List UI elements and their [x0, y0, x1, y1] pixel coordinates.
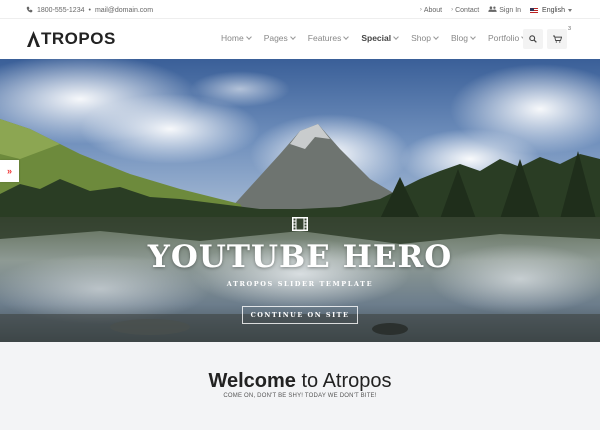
- continue-button[interactable]: CONTINUE ON SITE: [242, 306, 358, 324]
- signin-link[interactable]: Sign In: [488, 6, 521, 14]
- logo-text: TROPOS: [41, 29, 116, 48]
- nav-item-pages[interactable]: Pages: [263, 33, 296, 43]
- caret-down-icon: [568, 8, 572, 12]
- main-nav: Home Pages Features Special Shop Blog Po…: [221, 33, 528, 43]
- cart-icon: [552, 35, 562, 43]
- contact-link[interactable]: › Contact: [451, 7, 479, 14]
- nav-label: Home: [221, 33, 244, 43]
- hero-title: YOUTUBE HERO: [147, 239, 453, 275]
- about-label: About: [423, 6, 443, 14]
- contact-info: 1800-555-1234 • mail@domain.com: [26, 6, 153, 15]
- signin-label: Sign In: [499, 6, 522, 14]
- nav-item-features[interactable]: Features: [307, 33, 350, 43]
- language-selector[interactable]: English: [530, 7, 572, 14]
- site-logo[interactable]: TROPOS: [27, 29, 116, 49]
- nav-label: Features: [307, 33, 342, 43]
- welcome-subtitle: COME ON, DON'T BE SHY! TODAY WE DON'T BI…: [223, 393, 377, 399]
- chevron-right-icon: ›: [419, 7, 422, 13]
- welcome-title-rest: to Atropos: [295, 370, 392, 392]
- nav-item-home[interactable]: Home: [221, 33, 252, 43]
- us-flag-icon: [530, 7, 539, 13]
- search-icon: [529, 35, 537, 43]
- nav-item-shop[interactable]: Shop: [411, 33, 439, 43]
- nav-label: Blog: [450, 33, 468, 43]
- welcome-section: Welcome to Atropos COME ON, DON'T BE SHY…: [0, 342, 600, 430]
- chevron-down-icon: [393, 34, 399, 40]
- nav-item-blog[interactable]: Blog: [450, 33, 476, 43]
- hero-landscape-image: [0, 59, 600, 342]
- side-panel-toggle[interactable]: »: [0, 160, 19, 182]
- nav-label: Shop: [411, 33, 431, 43]
- chevron-down-icon: [289, 34, 296, 40]
- chevron-right-icon: ›: [451, 7, 454, 13]
- cart-button[interactable]: 3: [547, 26, 571, 49]
- nav-item-portfolio[interactable]: Portfolio: [488, 33, 528, 43]
- contact-label: Contact: [455, 6, 480, 14]
- users-icon: [488, 6, 497, 14]
- hero-section: » YOUTUBE HERO ATROPOS SLIDER TEMPLATE C…: [0, 59, 600, 342]
- welcome-title: Welcome to Atropos: [0, 370, 600, 393]
- phone-number: 1800-555-1234: [37, 7, 85, 14]
- phone-icon: [26, 6, 33, 15]
- email-link[interactable]: mail@domain.com: [95, 7, 153, 14]
- chevron-down-icon: [470, 34, 476, 40]
- nav-label: Portfolio: [488, 33, 520, 43]
- separator: •: [88, 7, 91, 14]
- top-bar: 1800-555-1234 • mail@domain.com › About …: [0, 0, 600, 19]
- nav-item-special[interactable]: Special: [361, 33, 399, 43]
- chevron-down-icon: [433, 34, 439, 40]
- chevron-down-icon: [245, 34, 252, 40]
- chevron-down-icon: [343, 34, 350, 40]
- cart-count-badge: 3: [567, 26, 571, 32]
- welcome-title-bold: Welcome: [208, 370, 296, 392]
- main-header: TROPOS Home Pages Features Special Shop …: [0, 19, 600, 59]
- about-link[interactable]: › About: [420, 7, 442, 14]
- language-label: English: [542, 6, 565, 14]
- double-chevron-right-icon: »: [6, 166, 12, 176]
- logo-a-icon: [27, 31, 40, 47]
- film-icon: [292, 217, 308, 236]
- search-button[interactable]: [523, 29, 543, 49]
- nav-label: Special: [361, 33, 392, 43]
- nav-label: Pages: [263, 33, 288, 43]
- hero-subtitle: ATROPOS SLIDER TEMPLATE: [226, 280, 374, 288]
